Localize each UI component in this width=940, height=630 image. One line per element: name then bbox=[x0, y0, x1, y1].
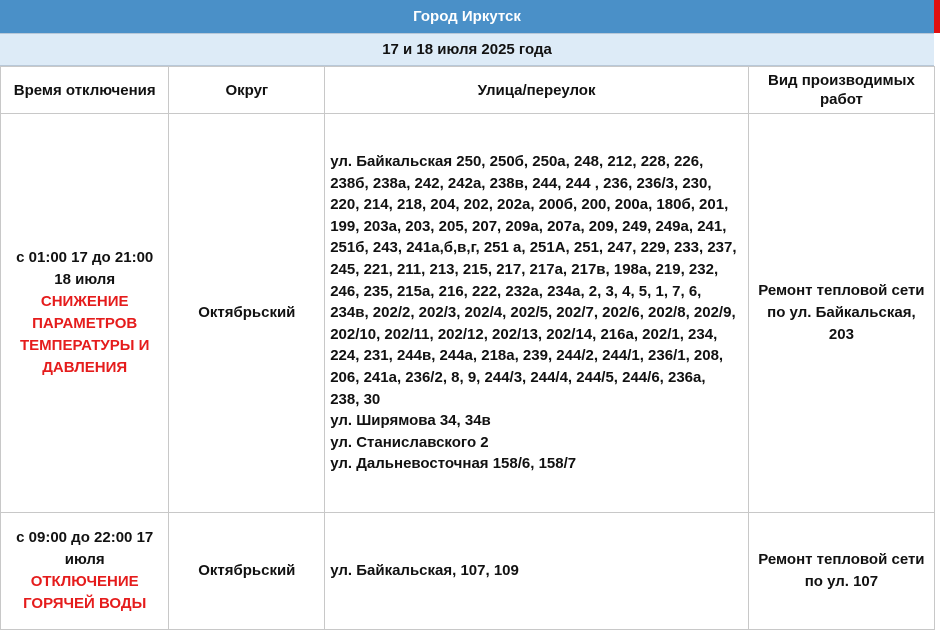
header-time: Время отключения bbox=[0, 66, 170, 114]
street-list-item: ул. Ширямова 34, 34в bbox=[330, 412, 491, 430]
city-title: Город Иркутск bbox=[0, 0, 934, 34]
table-row: с 01:00 17 до 21:00 18 июля СНИЖЕНИЕ ПАР… bbox=[0, 113, 936, 513]
district-cell: Октябрьский bbox=[168, 512, 326, 630]
outage-table: Время отключения Округ Улица/переулок Ви… bbox=[0, 66, 936, 630]
date-subtitle: 17 и 18 июля 2025 года bbox=[0, 34, 934, 66]
street-list-item: ул. Дальневосточная 158/6, 158/7 bbox=[330, 455, 577, 473]
street-list-item: ул. Станиславского 2 bbox=[330, 433, 489, 451]
outage-alert: ОТКЛЮЧЕНИЕ ГОРЯЧЕЙ ВОДЫ bbox=[23, 573, 147, 612]
header-street: Улица/переулок bbox=[324, 66, 749, 114]
time-cell: с 01:00 17 до 21:00 18 июля СНИЖЕНИЕ ПАР… bbox=[0, 113, 170, 513]
street-cell: ул. Байкальская 250, 250б, 250а, 248, 21… bbox=[324, 113, 749, 513]
work-type-cell: Ремонт тепловой сети по ул. 107 bbox=[747, 512, 936, 630]
outage-notice: Город Иркутск 17 и 18 июля 2025 года Вре… bbox=[0, 0, 940, 630]
street-cell: ул. Байкальская, 107, 109 bbox=[324, 512, 749, 630]
header-work-type: Вид производимых работ bbox=[747, 66, 936, 114]
outage-alert: СНИЖЕНИЕ ПАРАМЕТРОВ ТЕМПЕРАТУРЫ И ДАВЛЕН… bbox=[20, 293, 150, 376]
street-list-item: ул. Байкальская, 107, 109 bbox=[330, 562, 519, 580]
header-row: Время отключения Округ Улица/переулок Ви… bbox=[0, 66, 936, 114]
outage-time: с 01:00 17 до 21:00 18 июля bbox=[16, 249, 154, 288]
outage-time: с 09:00 до 22:00 17 июля bbox=[16, 529, 154, 568]
time-cell: с 09:00 до 22:00 17 июля ОТКЛЮЧЕНИЕ ГОРЯ… bbox=[0, 512, 170, 630]
work-type-cell: Ремонт тепловой сети по ул. Байкальская,… bbox=[747, 113, 936, 513]
district-cell: Октябрьский bbox=[168, 113, 326, 513]
red-edge-decoration bbox=[934, 0, 940, 33]
table-row: с 09:00 до 22:00 17 июля ОТКЛЮЧЕНИЕ ГОРЯ… bbox=[0, 512, 936, 630]
header-district: Округ bbox=[168, 66, 326, 114]
street-list-item: ул. Байкальская 250, 250б, 250а, 248, 21… bbox=[330, 153, 737, 408]
